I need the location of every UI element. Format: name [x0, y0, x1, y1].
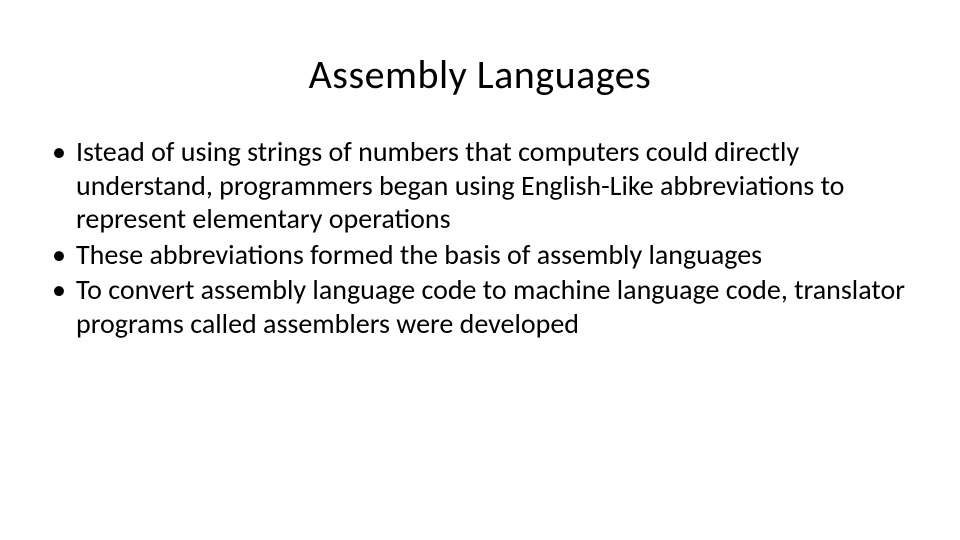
bullet-list: Istead of using strings of numbers that … [48, 135, 920, 341]
slide-content: Istead of using strings of numbers that … [40, 135, 920, 341]
bullet-item: Istead of using strings of numbers that … [48, 135, 920, 236]
bullet-item: To convert assembly language code to mac… [48, 273, 920, 340]
bullet-item: These abbreviations formed the basis of … [48, 238, 920, 272]
slide-title: Assembly Languages [40, 50, 920, 99]
slide-container: Assembly Languages Istead of using strin… [0, 0, 960, 540]
